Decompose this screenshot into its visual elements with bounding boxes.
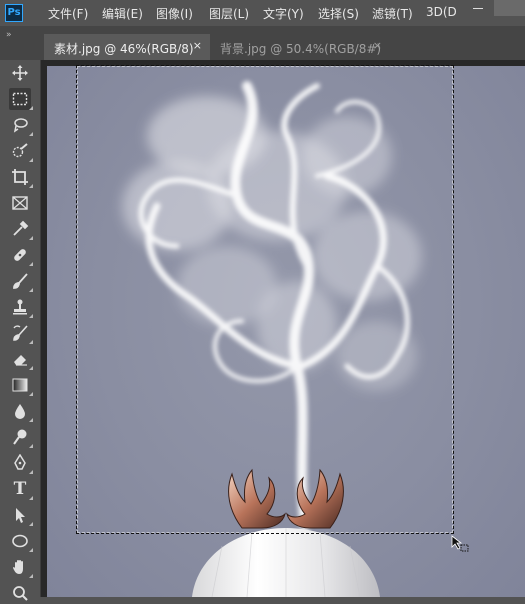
ellipse-icon [12, 534, 28, 548]
submenu-triangle-icon [29, 444, 33, 448]
eraser-icon [14, 355, 27, 366]
hand-icon [13, 560, 23, 574]
type-tool[interactable]: T [9, 478, 33, 500]
healing-brush-icon [14, 249, 26, 261]
dodge-icon [13, 429, 27, 445]
submenu-triangle-icon [29, 470, 33, 474]
history-brush-icon [13, 325, 28, 341]
menu-3d[interactable]: 3D(D [426, 5, 457, 19]
lasso-icon [13, 118, 28, 133]
menu-file[interactable]: 文件(F) [48, 5, 88, 22]
menu-edit[interactable]: 编辑(E) [102, 5, 143, 22]
close-icon[interactable]: × [373, 39, 382, 52]
submenu-triangle-icon [29, 236, 33, 240]
gradient-tool[interactable] [9, 374, 33, 396]
submenu-triangle-icon [29, 522, 33, 526]
crop-tool[interactable] [9, 166, 33, 188]
hand-tool[interactable] [9, 556, 33, 578]
rect-marquee-icon [12, 92, 28, 106]
minimize-icon [473, 8, 483, 9]
clone-stamp-tool[interactable] [9, 296, 33, 318]
submenu-triangle-icon [29, 262, 33, 266]
minimize-button[interactable] [458, 0, 494, 16]
tab-label: 背景.jpg @ 50.4%(RGB/8#) [220, 42, 382, 56]
menu-image[interactable]: 图像(I) [156, 5, 193, 22]
type-icon: T [13, 479, 27, 499]
history-brush-tool[interactable] [9, 322, 33, 344]
crop-icon [12, 169, 28, 185]
photoshop-logo[interactable]: Ps [5, 4, 23, 22]
submenu-triangle-icon [29, 496, 33, 500]
submenu-triangle-icon [29, 288, 33, 292]
frame-icon [12, 196, 28, 210]
eyedropper-tool[interactable] [9, 218, 33, 240]
tools-panel: T [0, 60, 41, 601]
tab-sucai[interactable]: 素材.jpg @ 46%(RGB/8) × [44, 34, 210, 60]
submenu-triangle-icon [29, 340, 33, 344]
submenu-triangle-icon [29, 392, 33, 396]
dodge-tool[interactable] [9, 426, 33, 448]
path-select-tool[interactable] [9, 504, 33, 526]
close-icon[interactable]: × [193, 39, 202, 52]
quick-select-tool[interactable] [9, 140, 33, 162]
pen-tool[interactable] [9, 452, 33, 474]
submenu-triangle-icon [29, 158, 33, 162]
document-tab-bar: » 素材.jpg @ 46%(RGB/8) × 背景.jpg @ 50.4%(R… [0, 26, 525, 60]
zoom-tool[interactable] [9, 582, 31, 604]
marquee-cursor-icon [451, 535, 471, 559]
submenu-triangle-icon [29, 132, 33, 136]
pen-icon [14, 454, 26, 470]
submenu-triangle-icon [29, 314, 33, 318]
healing-brush-tool[interactable] [9, 244, 33, 266]
maximize-button[interactable] [494, 0, 525, 16]
menu-layer[interactable]: 图层(L) [209, 5, 249, 22]
submenu-triangle-icon [29, 106, 33, 110]
brush-tool[interactable] [9, 270, 33, 292]
submenu-triangle-icon [29, 548, 33, 552]
lasso-tool[interactable] [9, 114, 33, 136]
clone-stamp-icon [13, 299, 27, 315]
ellipse-tool[interactable] [9, 530, 33, 552]
submenu-triangle-icon [29, 184, 33, 188]
rect-marquee-tool[interactable] [9, 88, 33, 110]
zoom-icon [13, 586, 28, 601]
move-icon [12, 65, 28, 81]
submenu-triangle-icon [29, 418, 33, 422]
move-tool[interactable] [9, 62, 31, 84]
tab-beijing[interactable]: 背景.jpg @ 50.4%(RGB/8#) × [210, 34, 390, 60]
gradient-icon [12, 378, 28, 392]
marquee-selection[interactable] [76, 65, 454, 534]
frame-tool[interactable] [9, 192, 31, 214]
quick-select-icon [12, 143, 28, 158]
panel-collapse-icon[interactable]: » [6, 30, 11, 40]
submenu-triangle-icon [29, 366, 33, 370]
brush-icon [13, 273, 28, 289]
eyedropper-icon [13, 220, 29, 236]
blur-icon [15, 404, 25, 419]
path-select-icon [16, 508, 25, 523]
menu-type[interactable]: 文字(Y) [263, 5, 304, 22]
menu-filter[interactable]: 滤镜(T) [372, 5, 413, 22]
menu-bar: Ps 文件(F) 编辑(E) 图像(I) 图层(L) 文字(Y) 选择(S) 滤… [0, 0, 525, 26]
eraser-tool[interactable] [9, 348, 33, 370]
menu-select[interactable]: 选择(S) [318, 5, 359, 22]
blur-tool[interactable] [9, 400, 33, 422]
tab-label: 素材.jpg @ 46%(RGB/8) [54, 42, 194, 56]
submenu-triangle-icon [29, 574, 33, 578]
